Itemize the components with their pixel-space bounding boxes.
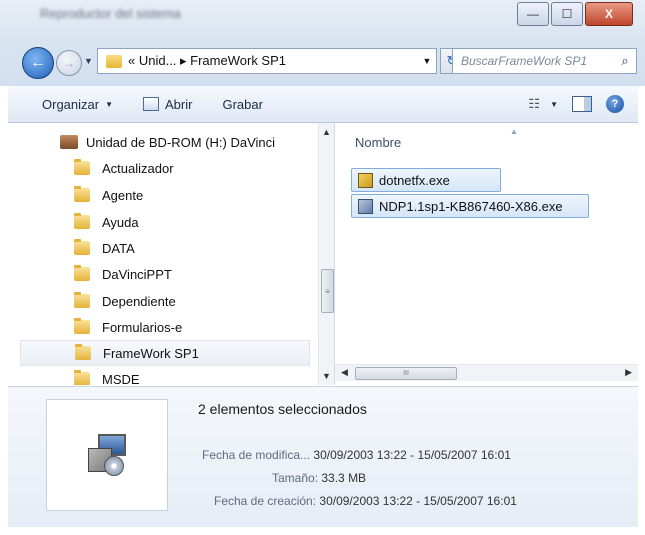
nav-drive[interactable]: Unidad de BD-ROM (H:) DaVinci [60, 129, 275, 155]
window-title: Reproductor del sistema [40, 6, 181, 21]
file-name: dotnetfx.exe [379, 172, 450, 188]
nav-folder-label: DaVinciPPT [102, 266, 172, 282]
file-item[interactable]: NDP1.1sp1-KB867460-X86.exe [351, 194, 589, 218]
nav-folder-label: Formularios-e [102, 319, 183, 335]
address-row: ← → ▼ « Unid... ▸ FrameWork SP1 ▼ ↻ Busc… [0, 36, 645, 86]
folder-icon [74, 265, 90, 281]
nav-folder-davinci-ppt[interactable]: DaVinciPPT [74, 261, 172, 287]
setup-program-icon [84, 432, 130, 478]
nav-folder-formularios-e[interactable]: Formularios-e [74, 314, 182, 340]
views-dropdown-icon[interactable]: ▼ [550, 100, 558, 109]
selection-thumbnail [46, 399, 168, 511]
nav-folder-msde[interactable]: MSDE [74, 366, 140, 385]
nav-folder-label: Ayuda [102, 214, 139, 230]
created-row: Fecha de creación: 30/09/2003 13:22 - 15… [214, 494, 517, 508]
nav-folder-dependiente[interactable]: Dependiente [74, 288, 176, 314]
nav-folder-data[interactable]: DATA [74, 235, 135, 261]
nav-vertical-scrollbar[interactable]: ▲ ≡ ▼ [318, 123, 334, 385]
sort-arrow-icon: ▲ [510, 127, 518, 136]
scroll-left-icon[interactable]: ◀ [341, 367, 348, 378]
nav-folder-agente[interactable]: Agente [74, 182, 143, 208]
search-placeholder: BuscarFrameWork SP1 [461, 54, 588, 68]
close-button[interactable]: X [585, 2, 633, 26]
nav-folder-label: Actualizador [102, 160, 174, 176]
details-pane: 2 elementos seleccionados Fecha de modif… [8, 386, 638, 527]
nav-folder-label: Agente [102, 187, 144, 203]
title-bar: Reproductor del sistema — ☐ X [0, 0, 645, 36]
forward-button[interactable]: → [56, 50, 82, 76]
scroll-down-icon[interactable]: ▼ [322, 371, 331, 381]
burn-label: Grabar [222, 96, 263, 112]
nav-folder-label: DATA [102, 240, 135, 256]
scroll-thumb[interactable]: III [355, 367, 457, 380]
modified-row: Fecha de modifica... 30/09/2003 13:22 - … [202, 448, 511, 462]
views-icon[interactable]: ☷ [528, 96, 540, 112]
maximize-icon: ☐ [561, 7, 573, 21]
nav-folder-label: FrameWork SP1 [103, 345, 199, 361]
explorer-window: Reproductor del sistema — ☐ X ← → ▼ « Un… [0, 0, 645, 535]
close-icon: X [604, 7, 613, 21]
nav-drive-label: Unidad de BD-ROM (H:) DaVinci [86, 134, 276, 150]
size-row: Tamaño: 33.3 MB [272, 471, 366, 485]
chevron-down-icon[interactable]: ▼ [418, 56, 436, 66]
nav-folder-label: MSDE [102, 371, 140, 386]
organize-label: Organizar [42, 96, 100, 112]
folder-icon [74, 370, 90, 385]
nav-folder-framework-sp1[interactable]: FrameWork SP1 [20, 340, 310, 366]
size-label: Tamaño: [272, 471, 319, 485]
back-button[interactable]: ← [22, 47, 54, 79]
forward-arrow-icon: → [63, 56, 75, 70]
help-icon[interactable]: ? [606, 95, 624, 113]
created-label: Fecha de creación: [214, 494, 317, 508]
nav-folder-actualizador[interactable]: Actualizador [74, 155, 174, 181]
nav-folder-ayuda[interactable]: Ayuda [74, 209, 139, 235]
folder-icon [75, 344, 91, 360]
folder-icon [74, 318, 90, 334]
column-header-name[interactable]: Nombre [355, 135, 401, 150]
folder-icon [74, 186, 90, 202]
history-dropdown-icon[interactable]: ▼ [84, 56, 93, 66]
selection-count: 2 elementos seleccionados [198, 401, 367, 417]
folder-icon [106, 54, 122, 68]
modified-label: Fecha de modifica... [202, 448, 311, 462]
organize-button[interactable]: Organizar ▼ [42, 97, 113, 112]
toolbar-right: ☷ ▼ ? [528, 95, 624, 113]
search-icon[interactable]: ⌕ [614, 53, 636, 69]
open-icon [143, 97, 159, 111]
scroll-right-icon[interactable]: ▶ [625, 367, 632, 378]
setup-exe-icon [358, 198, 373, 214]
folder-icon [74, 159, 90, 175]
file-name: NDP1.1sp1-KB867460-X86.exe [379, 198, 563, 214]
maximize-button[interactable]: ☐ [551, 2, 583, 26]
folder-icon [74, 213, 90, 229]
created-value: 30/09/2003 13:22 - 15/05/2007 16:01 [319, 494, 517, 508]
preview-pane-icon[interactable] [572, 96, 592, 112]
back-arrow-icon: ← [30, 54, 46, 71]
file-item[interactable]: dotnetfx.exe [351, 168, 501, 192]
burn-button[interactable]: Grabar [222, 97, 262, 112]
address-path[interactable]: « Unid... ▸ FrameWork SP1 [128, 53, 418, 69]
search-input[interactable]: BuscarFrameWork SP1 ⌕ [452, 48, 637, 74]
minimize-icon: — [527, 7, 539, 21]
navigation-pane: Unidad de BD-ROM (H:) DaVinci Actualizad… [8, 123, 335, 385]
minimize-button[interactable]: — [517, 2, 549, 26]
open-button[interactable]: Abrir [143, 97, 192, 112]
scroll-up-icon[interactable]: ▲ [322, 127, 331, 137]
file-list-pane: ▲ Nombre dotnetfx.exe NDP1.1sp1-KB867460… [335, 123, 638, 385]
address-bar[interactable]: « Unid... ▸ FrameWork SP1 ▼ [97, 48, 437, 74]
chevron-down-icon: ▼ [105, 99, 113, 109]
modified-value: 30/09/2003 13:22 - 15/05/2007 16:01 [313, 448, 511, 462]
open-label: Abrir [165, 96, 193, 112]
drive-icon [60, 135, 78, 149]
nav-folder-label: Dependiente [102, 293, 176, 309]
folder-icon [74, 239, 90, 255]
exe-icon [358, 172, 373, 188]
command-bar: Organizar ▼ Abrir Grabar ☷ ▼ ? [8, 86, 638, 123]
folder-icon [74, 292, 90, 308]
file-horizontal-scrollbar[interactable]: ◀ III ▶ [335, 364, 638, 381]
caption-buttons: — ☐ X [515, 2, 633, 26]
scroll-thumb[interactable]: ≡ [321, 269, 334, 313]
size-value: 33.3 MB [321, 471, 367, 485]
